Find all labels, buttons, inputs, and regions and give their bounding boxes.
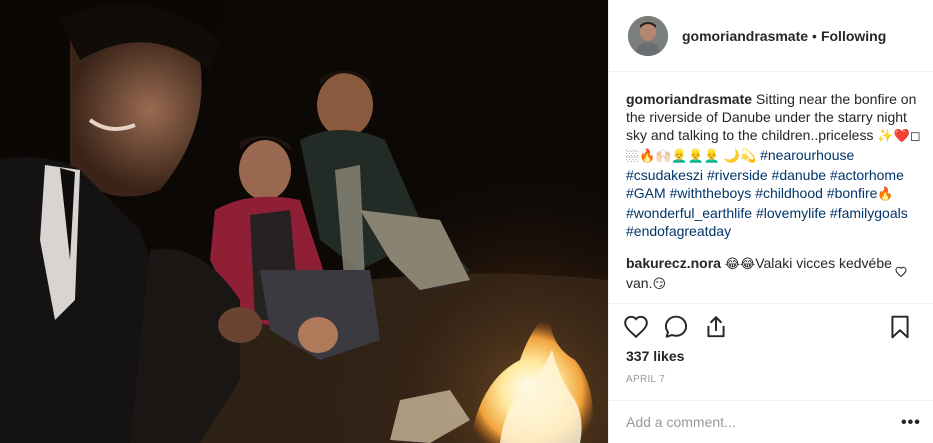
hashtag-link[interactable]: #riverside xyxy=(707,167,768,183)
caption-username-link[interactable]: gomoriandrasmate xyxy=(626,91,752,107)
hashtag-link[interactable]: #danube xyxy=(772,167,827,183)
comment-emojis: 😂😂 xyxy=(724,257,756,272)
post-date[interactable]: APRIL 7 xyxy=(626,374,665,385)
caption-emojis-2: 🌙💫 xyxy=(723,149,757,164)
post-header: gomoriandrasmate • Following xyxy=(609,0,933,72)
hashtag-link[interactable]: #familygoals xyxy=(830,205,908,221)
post-details-panel: gomoriandrasmate • Following gomoriandrasm… xyxy=(608,0,933,443)
hashtag-link[interactable]: #withtheboys xyxy=(670,185,752,201)
comments-section: gomoriandrasmate Sitting near the bonfire… xyxy=(626,90,922,294)
bookmark-icon[interactable] xyxy=(887,314,913,340)
header-username-link[interactable]: gomoriandrasmate xyxy=(682,28,808,44)
action-icons xyxy=(623,314,923,344)
like-count[interactable]: 337 likes xyxy=(626,348,684,364)
more-options-button[interactable]: ••• xyxy=(901,414,921,432)
hashtag-link[interactable]: #nearourhouse xyxy=(760,147,854,163)
comment-emoji: 😏 xyxy=(652,277,667,292)
heart-icon[interactable] xyxy=(623,314,649,340)
bonfire-photo-image xyxy=(0,0,608,443)
hashtag-link[interactable]: #lovemylife xyxy=(756,205,826,221)
add-comment-bar: Add a comment... ••• xyxy=(609,400,933,443)
avatar[interactable] xyxy=(628,15,668,56)
post-photo[interactable] xyxy=(0,0,608,443)
hashtag-link[interactable]: #endofagreatday xyxy=(626,223,731,239)
hashtag-link[interactable]: #wonderful_earthlife xyxy=(626,205,752,221)
comment-bubble-icon[interactable] xyxy=(663,314,689,340)
post-actions: 337 likes APRIL 7 Add a comment... ••• xyxy=(609,303,933,443)
comment-item: bakurecz.nora 😂😂Valaki vicces kedvébe va… xyxy=(626,254,896,294)
add-comment-input[interactable]: Add a comment... xyxy=(626,414,736,430)
avatar-image xyxy=(628,15,668,56)
header-separator: • xyxy=(812,27,817,44)
share-icon[interactable] xyxy=(703,314,729,340)
hashtag-link[interactable]: #childhood xyxy=(755,185,823,201)
hashtag-link[interactable]: #csudakeszi xyxy=(626,167,703,183)
small-heart-icon[interactable] xyxy=(895,266,907,278)
following-button[interactable]: Following xyxy=(821,28,886,44)
comment-username-link[interactable]: bakurecz.nora xyxy=(626,255,721,271)
hashtag-link[interactable]: #actorhome xyxy=(830,167,904,183)
instagram-post: gomoriandrasmate • Following gomoriandrasm… xyxy=(0,0,933,443)
hashtag-link[interactable]: #bonfire xyxy=(827,185,878,201)
hashtag-emoji: 🔥 xyxy=(877,187,894,202)
hashtag-link[interactable]: #GAM xyxy=(626,185,666,201)
header-text: gomoriandrasmate • Following xyxy=(682,27,886,45)
post-caption: gomoriandrasmate Sitting near the bonfire… xyxy=(626,90,922,240)
